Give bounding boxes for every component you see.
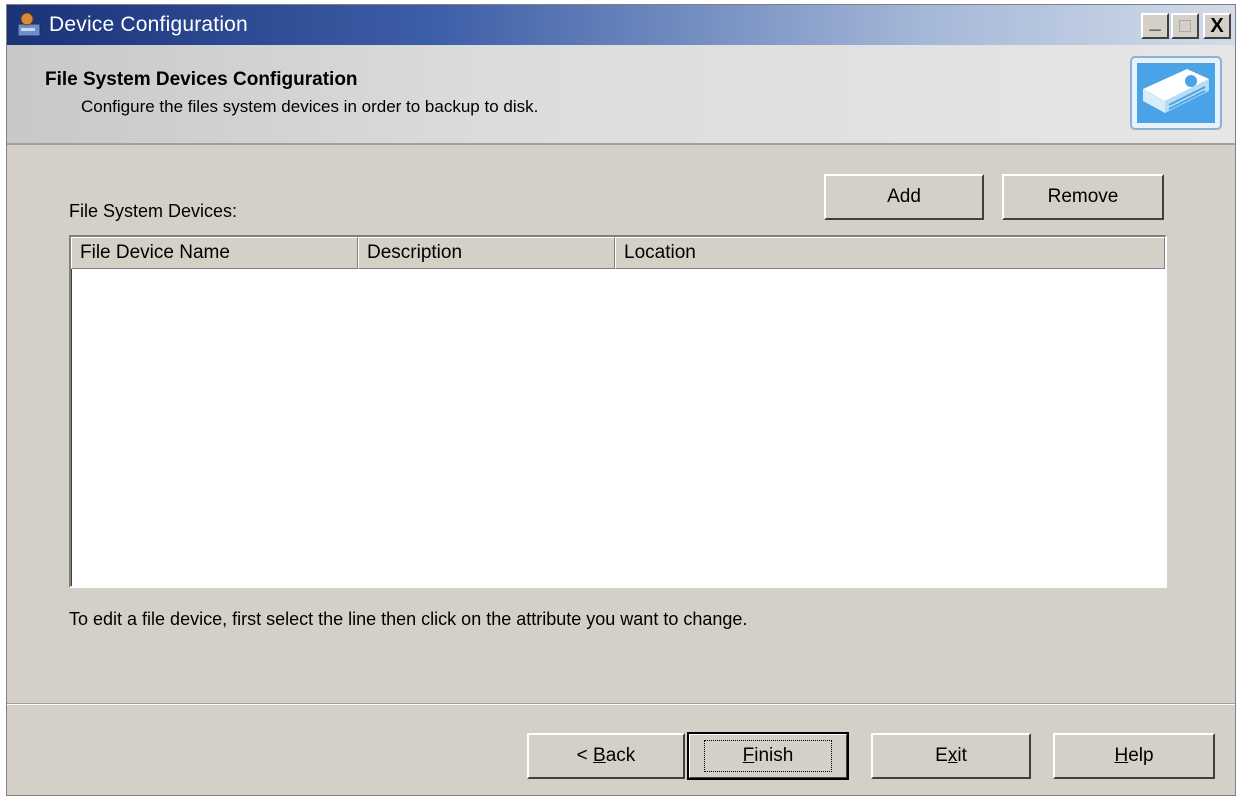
minimize-button[interactable]: _ — [1141, 10, 1169, 39]
finish-mnemonic: F — [742, 745, 755, 766]
devices-list[interactable]: File Device Name Description Location — [69, 235, 1167, 588]
back-prefix: < — [576, 745, 594, 766]
finish-button[interactable]: Finish — [687, 732, 849, 780]
exit-button[interactable]: Ex it — [871, 733, 1031, 779]
header-title: File System Devices Configuration — [45, 69, 358, 90]
help-rest: elp — [1128, 745, 1154, 766]
app-icon — [17, 12, 41, 37]
back-mnemonic: B — [593, 745, 606, 766]
finish-focus: Finish — [703, 740, 833, 772]
header-subtitle: Configure the files system devices in or… — [81, 97, 539, 116]
window-title: Device Configuration — [49, 13, 248, 36]
close-icon: X — [1210, 14, 1224, 37]
close-button[interactable]: X — [1203, 13, 1231, 39]
disk-drive-icon — [1130, 56, 1222, 130]
device-configuration-window: Device Configuration _ □ X File System D… — [6, 4, 1236, 796]
list-header: File Device Name Description Location — [71, 237, 1165, 269]
edit-hint: To edit a file device, first select the … — [69, 609, 748, 629]
back-rest: ack — [605, 745, 636, 766]
minimize-icon: _ — [1149, 10, 1161, 33]
finish-rest: inish — [754, 745, 794, 766]
back-button[interactable]: < Back — [527, 733, 685, 779]
maximize-icon: □ — [1178, 14, 1192, 37]
help-button[interactable]: Help — [1053, 733, 1215, 779]
title-bar[interactable]: Device Configuration _ □ X — [7, 5, 1235, 45]
devices-label: File System Devices: — [69, 201, 238, 221]
wizard-header: File System Devices Configuration Config… — [7, 45, 1235, 145]
column-location[interactable]: Location — [615, 237, 1165, 269]
column-file-device-name[interactable]: File Device Name — [71, 237, 358, 269]
footer-separator — [7, 703, 1235, 705]
column-description[interactable]: Description — [358, 237, 615, 269]
maximize-button[interactable]: □ — [1171, 13, 1199, 39]
remove-button[interactable]: Remove — [1002, 174, 1164, 220]
exit-pre: E — [935, 745, 948, 766]
exit-rest: it — [957, 745, 967, 766]
help-mnemonic: H — [1114, 745, 1129, 766]
add-button[interactable]: Add — [824, 174, 984, 220]
exit-mnemonic: x — [947, 745, 958, 766]
